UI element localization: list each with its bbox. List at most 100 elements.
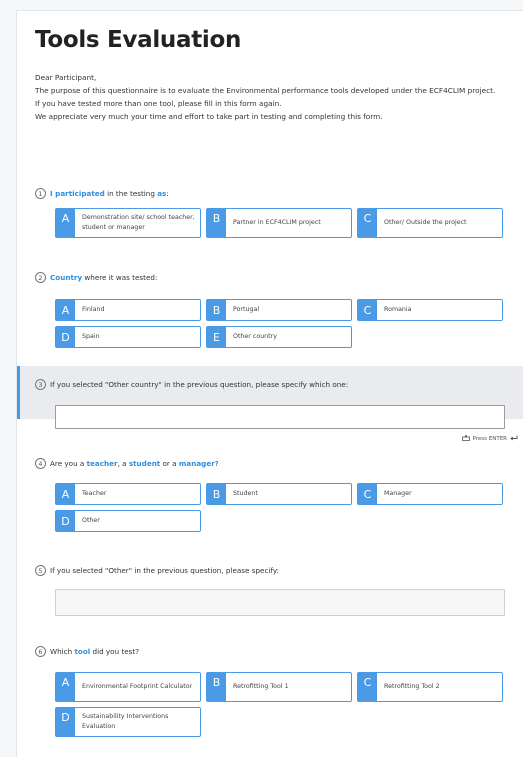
question-number: 2: [35, 272, 46, 283]
question-text-part: or a: [160, 459, 179, 468]
option-letter: D: [56, 327, 75, 347]
question-text-part: , a: [117, 459, 129, 468]
question-keyword: I participated: [50, 189, 105, 198]
active-question-indicator: [17, 366, 20, 419]
question-text-part: ?: [214, 459, 219, 468]
press-enter-hint: Press ENTER: [461, 435, 518, 443]
option-letter: B: [207, 673, 226, 701]
question-keyword: student: [128, 459, 161, 468]
question-6-header: 6 Which tool did you test?: [35, 646, 139, 657]
enter-arrow-icon: [510, 435, 518, 443]
option-letter: C: [358, 209, 377, 237]
option-letter: A: [56, 300, 75, 320]
question-text: I participated in the testing as:: [50, 189, 169, 198]
option-2-d[interactable]: D Spain: [55, 326, 201, 348]
question-3-header: 3 If you selected "Other country" in the…: [35, 379, 348, 390]
option-2-c[interactable]: C Romania: [357, 299, 503, 321]
intro-line: The purpose of this questionnaire is to …: [35, 86, 496, 95]
intro-text: Dear Participant, The purpose of this qu…: [35, 71, 515, 123]
question-number: 5: [35, 565, 46, 576]
option-6-b[interactable]: B Retrofitting Tool 1: [206, 672, 352, 702]
question-text-part: If you selected "Other" in the previous …: [50, 566, 279, 575]
question-text-part: in the testing: [104, 189, 158, 198]
option-letter: A: [56, 673, 75, 701]
option-label: Other: [82, 517, 100, 524]
option-label: Student: [233, 490, 258, 497]
option-label: Partner in ECF4CLIM project: [233, 219, 321, 226]
option-label: Spain: [82, 333, 100, 340]
question-text: If you selected "Other" in the previous …: [50, 566, 279, 575]
option-label: Sustainability Interventions Evaluation: [82, 713, 169, 730]
option-4-d[interactable]: D Other: [55, 510, 201, 532]
question-keyword: tool: [74, 647, 91, 656]
option-label: Finland: [82, 306, 105, 313]
option-1-a[interactable]: A Demonstration site/ school teacher, st…: [55, 208, 201, 238]
question-text-part: Which: [50, 647, 75, 656]
option-4-a[interactable]: A Teacher: [55, 483, 201, 505]
question-text: Which tool did you test?: [50, 647, 139, 656]
option-4-c[interactable]: C Manager: [357, 483, 503, 505]
question-1-header: 1 I participated in the testing as:: [35, 188, 169, 199]
option-letter: B: [207, 484, 226, 504]
option-6-c[interactable]: C Retrofitting Tool 2: [357, 672, 503, 702]
option-letter: C: [358, 484, 377, 504]
question-text: Are you a teacher, a student or a manage…: [50, 459, 219, 468]
question-number: 1: [35, 188, 46, 199]
option-1-c[interactable]: C Other/ Outside the project: [357, 208, 503, 238]
option-letter: C: [358, 300, 377, 320]
option-label: Romania: [384, 306, 412, 313]
question-2-header: 2 Country where it was tested:: [35, 272, 157, 283]
intro-line: We appreciate very much your time and ef…: [35, 112, 383, 121]
question-keyword: as: [157, 189, 167, 198]
option-6-d[interactable]: D Sustainability Interventions Evaluatio…: [55, 707, 201, 737]
press-enter-label: Press ENTER: [472, 436, 507, 442]
option-2-a[interactable]: A Finland: [55, 299, 201, 321]
option-letter: D: [56, 708, 75, 736]
other-role-input[interactable]: [56, 590, 504, 615]
question-number: 4: [35, 458, 46, 469]
option-letter: B: [207, 209, 226, 237]
keyboard-icon: [461, 435, 470, 443]
question-keyword: Country: [50, 273, 83, 282]
question-text: If you selected "Other country" in the p…: [50, 380, 348, 389]
option-label: Teacher: [82, 490, 107, 497]
question-text-part: where it was tested:: [82, 273, 158, 282]
option-6-a[interactable]: A Environmental Footprint Calculator: [55, 672, 201, 702]
intro-line: Dear Participant,: [35, 73, 97, 82]
question-keyword: teacher: [86, 459, 118, 468]
option-1-b[interactable]: B Partner in ECF4CLIM project: [206, 208, 352, 238]
question-text-part: did you test?: [90, 647, 140, 656]
question-number: 6: [35, 646, 46, 657]
question-number: 3: [35, 379, 46, 390]
page-title: Tools Evaluation: [35, 27, 242, 53]
other-country-field[interactable]: [55, 405, 505, 430]
option-2-e[interactable]: E Other country: [206, 326, 352, 348]
option-letter: D: [56, 511, 75, 531]
intro-line: If you have tested more than one tool, p…: [35, 99, 282, 108]
question-text-part: Are you a: [50, 459, 87, 468]
option-letter: B: [207, 300, 226, 320]
option-label: Manager: [384, 490, 412, 497]
option-label: Environmental Footprint Calculator: [82, 683, 193, 690]
option-label: Retrofitting Tool 1: [233, 683, 289, 690]
other-country-input[interactable]: [56, 407, 504, 430]
option-letter: C: [358, 673, 377, 701]
form-page: Tools Evaluation Dear Participant, The p…: [16, 10, 523, 757]
option-label: Other/ Outside the project: [384, 219, 467, 226]
option-label: Portugal: [233, 306, 260, 313]
option-letter: E: [207, 327, 226, 347]
question-keyword: manager: [178, 459, 215, 468]
option-letter: A: [56, 484, 75, 504]
question-4-header: 4 Are you a teacher, a student or a mana…: [35, 458, 219, 469]
option-label: Other country: [233, 333, 277, 340]
option-4-b[interactable]: B Student: [206, 483, 352, 505]
option-label: Demonstration site/ school teacher, stud…: [82, 214, 195, 231]
option-label: Retrofitting Tool 2: [384, 683, 440, 690]
other-role-field[interactable]: [55, 589, 505, 616]
question-5-header: 5 If you selected "Other" in the previou…: [35, 565, 279, 576]
question-text-part: :: [166, 189, 169, 198]
question-text-part: If you selected "Other country" in the p…: [50, 380, 349, 389]
option-2-b[interactable]: B Portugal: [206, 299, 352, 321]
option-letter: A: [56, 209, 75, 237]
question-text: Country where it was tested:: [50, 273, 157, 282]
